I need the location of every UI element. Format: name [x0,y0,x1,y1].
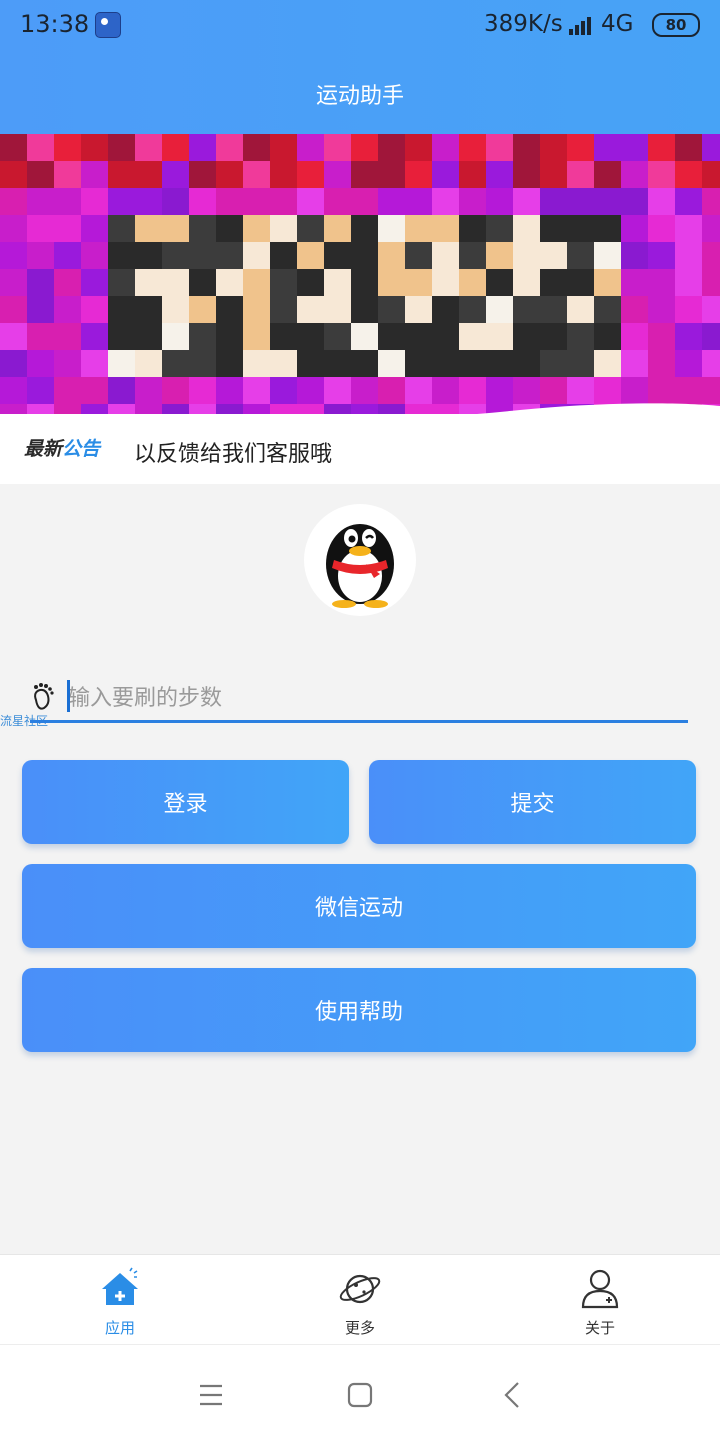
tab-about-label: 关于 [584,1319,615,1337]
footprint-icon [34,683,54,710]
user-icon [581,1269,619,1309]
promo-banner[interactable] [0,134,720,432]
home-plus-icon [102,1267,138,1305]
text-cursor [67,680,70,712]
menu-icon[interactable] [191,1375,231,1415]
notice-text[interactable]: 以反馈给我们客服哦 [134,436,332,468]
network-speed: 389K/s [484,11,563,37]
qq-penguin-icon [326,524,394,608]
tab-apps-label: 应用 [104,1319,135,1337]
system-nav-bar [0,1344,720,1440]
steps-input[interactable] [66,676,688,720]
notification-app-icon [95,12,121,38]
app-header: 13:38 389K/s 4G 80 运动助手 [0,0,720,134]
home-square-icon[interactable] [340,1375,380,1415]
notice-logo: 最新公告 [24,434,100,461]
wechat-sport-button[interactable]: 微信运动 [22,864,696,948]
status-time: 13:38 [20,10,90,38]
input-underline [30,720,688,723]
back-chevron-icon[interactable] [492,1375,532,1415]
notice-logo-part1: 最新 [24,438,63,460]
battery-icon: 80 [652,13,700,37]
submit-button[interactable]: 提交 [369,760,696,844]
signal-strength-icon [569,17,591,35]
tab-about[interactable]: 关于 [480,1255,720,1345]
network-type: 4G [601,11,634,37]
tab-apps[interactable]: 应用 [0,1255,240,1345]
page-title: 运动助手 [315,84,404,109]
bottom-tab-bar: 应用 更多 关于 [0,1254,720,1344]
planet-icon [339,1274,381,1304]
status-bar: 13:38 389K/s 4G 80 [0,0,720,52]
notice-bar [0,414,720,484]
tab-more[interactable]: 更多 [240,1255,480,1345]
login-button[interactable]: 登录 [22,760,349,844]
banner-image [0,134,720,431]
notice-logo-part2: 公告 [62,438,101,460]
tab-more-label: 更多 [344,1319,375,1337]
avatar [304,504,416,616]
help-button[interactable]: 使用帮助 [22,968,696,1052]
